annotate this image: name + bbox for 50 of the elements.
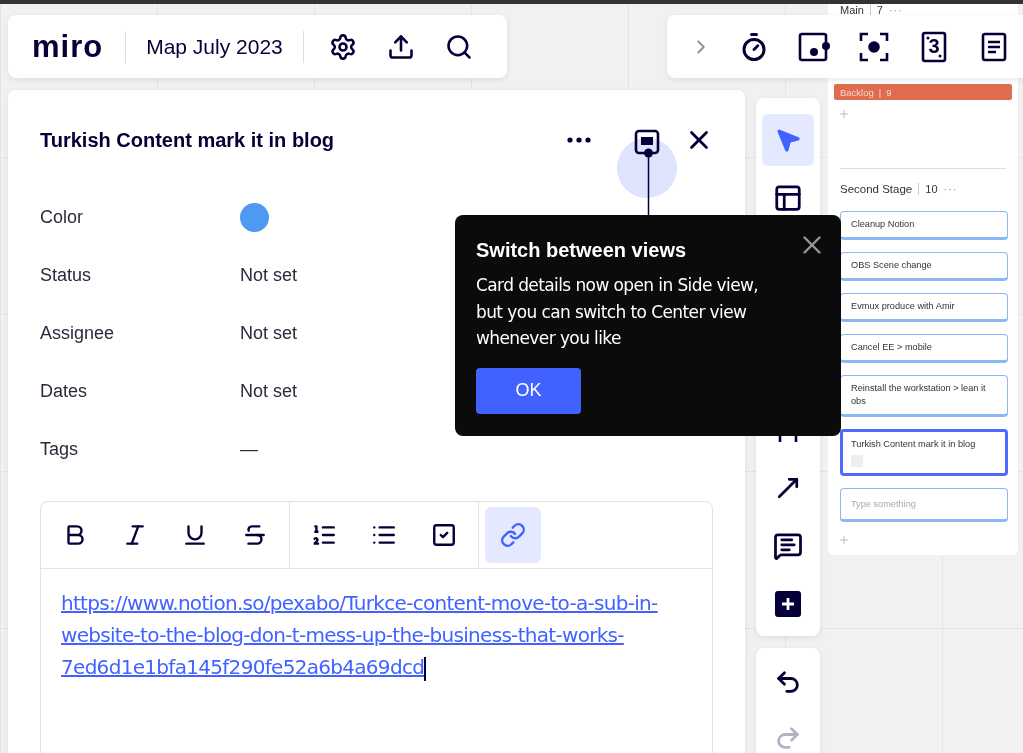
field-value[interactable]: Not set [240,322,298,344]
card[interactable]: Turkish Content mark it in blog [840,429,1008,476]
column-count: 7 [869,4,883,16]
plus-icon [774,590,802,618]
field-label: Tags [40,438,80,460]
panel-icon [634,129,660,155]
field-label: Dates [40,380,89,402]
more-icon [567,137,591,143]
column-count: 10 [918,183,938,195]
undo-icon [774,668,802,696]
board-title[interactable]: Map July 2023 [126,34,303,59]
card-dots-icon [798,31,830,62]
settings-icon [328,32,357,61]
numbered-list-icon [311,522,337,548]
redo-icon [774,724,802,752]
field-label: Color [40,206,84,228]
link-icon [500,522,526,548]
column-title: Second Stage [840,183,913,195]
checkbox-icon [431,522,457,548]
underline-icon [182,522,208,548]
search-icon [444,32,473,61]
document-icon [981,31,1007,62]
field-value[interactable]: Not set [240,264,298,286]
layout-icon [773,183,803,213]
select-tool[interactable] [762,114,814,166]
card[interactable]: Cancel EE > mobile [840,334,1008,363]
field-label: Assignee [40,322,116,344]
upload-icon [386,32,415,61]
color-dot[interactable] [240,202,269,232]
card-input[interactable]: Type something [840,488,1008,522]
tooltip-text: Card details now open in Side view, but you can switch to Center view whenever you like [476,274,760,350]
card-number-button[interactable]: 3 [905,17,963,76]
logo: miro [31,28,105,65]
leader-line [643,148,654,215]
link-button[interactable] [485,507,541,563]
field-value[interactable]: Not set [240,380,298,402]
card[interactable]: Reinstall the workstation > lean it obs [840,375,1008,417]
ok-button[interactable]: OK [476,367,581,414]
focus-icon [859,31,889,62]
card[interactable]: OBS Scene change [840,252,1008,281]
number-card-icon: 3 [921,30,947,63]
comment-icon [773,531,803,561]
card-title: Turkish Content mark it in blog [40,128,336,152]
field-value[interactable]: — [240,438,258,460]
card[interactable]: Cleanup Notion [840,211,1008,240]
tooltip-title: Switch between views [476,239,687,262]
strikethrough-icon [242,522,268,548]
card[interactable]: Evmux produce with Amir [840,293,1008,322]
column-title: Main [840,4,864,16]
field-label: Status [40,264,93,286]
